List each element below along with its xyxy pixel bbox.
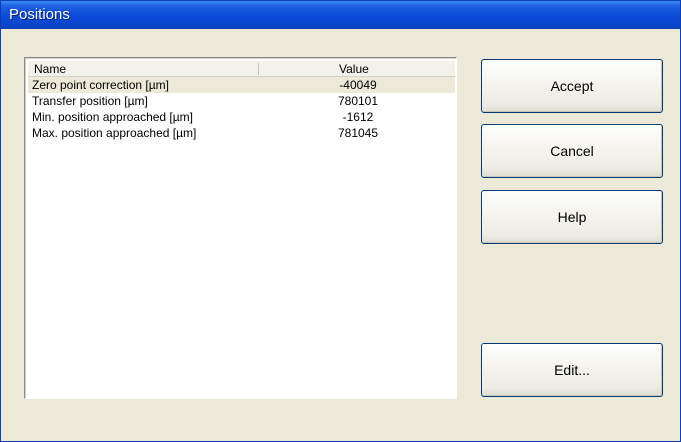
positions-list[interactable]: Name Value Zero point correction [µm] -4… (24, 57, 457, 399)
column-header-name[interactable]: Name (34, 62, 66, 76)
row-name: Max. position approached [µm] (32, 126, 197, 140)
row-name: Min. position approached [µm] (32, 110, 193, 124)
window-title: Positions (9, 6, 70, 23)
positions-dialog: Positions Name Value Zero point correcti… (0, 0, 681, 442)
row-value: 781045 (337, 126, 379, 140)
list-row-max-position-approached[interactable]: Max. position approached [µm] 781045 (28, 125, 455, 141)
list-row-zero-point-correction[interactable]: Zero point correction [µm] -40049 (28, 77, 455, 93)
accept-button[interactable]: Accept (481, 59, 663, 113)
row-value: -1612 (342, 110, 374, 124)
row-value: -40049 (339, 78, 377, 92)
column-header-value[interactable]: Value (339, 62, 369, 76)
dialog-client-area: Name Value Zero point correction [µm] -4… (4, 29, 677, 439)
list-row-min-position-approached[interactable]: Min. position approached [µm] -1612 (28, 109, 455, 125)
cancel-button[interactable]: Cancel (481, 124, 663, 178)
column-divider[interactable] (258, 63, 259, 75)
list-row-transfer-position[interactable]: Transfer position [µm] 780101 (28, 93, 455, 109)
help-button[interactable]: Help (481, 190, 663, 244)
row-name: Transfer position [µm] (32, 94, 148, 108)
row-value: 780101 (337, 94, 379, 108)
title-bar[interactable]: Positions (1, 1, 680, 29)
list-header: Name Value (28, 61, 455, 77)
row-name: Zero point correction [µm] (32, 78, 169, 92)
edit-button[interactable]: Edit... (481, 343, 663, 397)
list-body: Zero point correction [µm] -40049 Transf… (28, 77, 455, 141)
